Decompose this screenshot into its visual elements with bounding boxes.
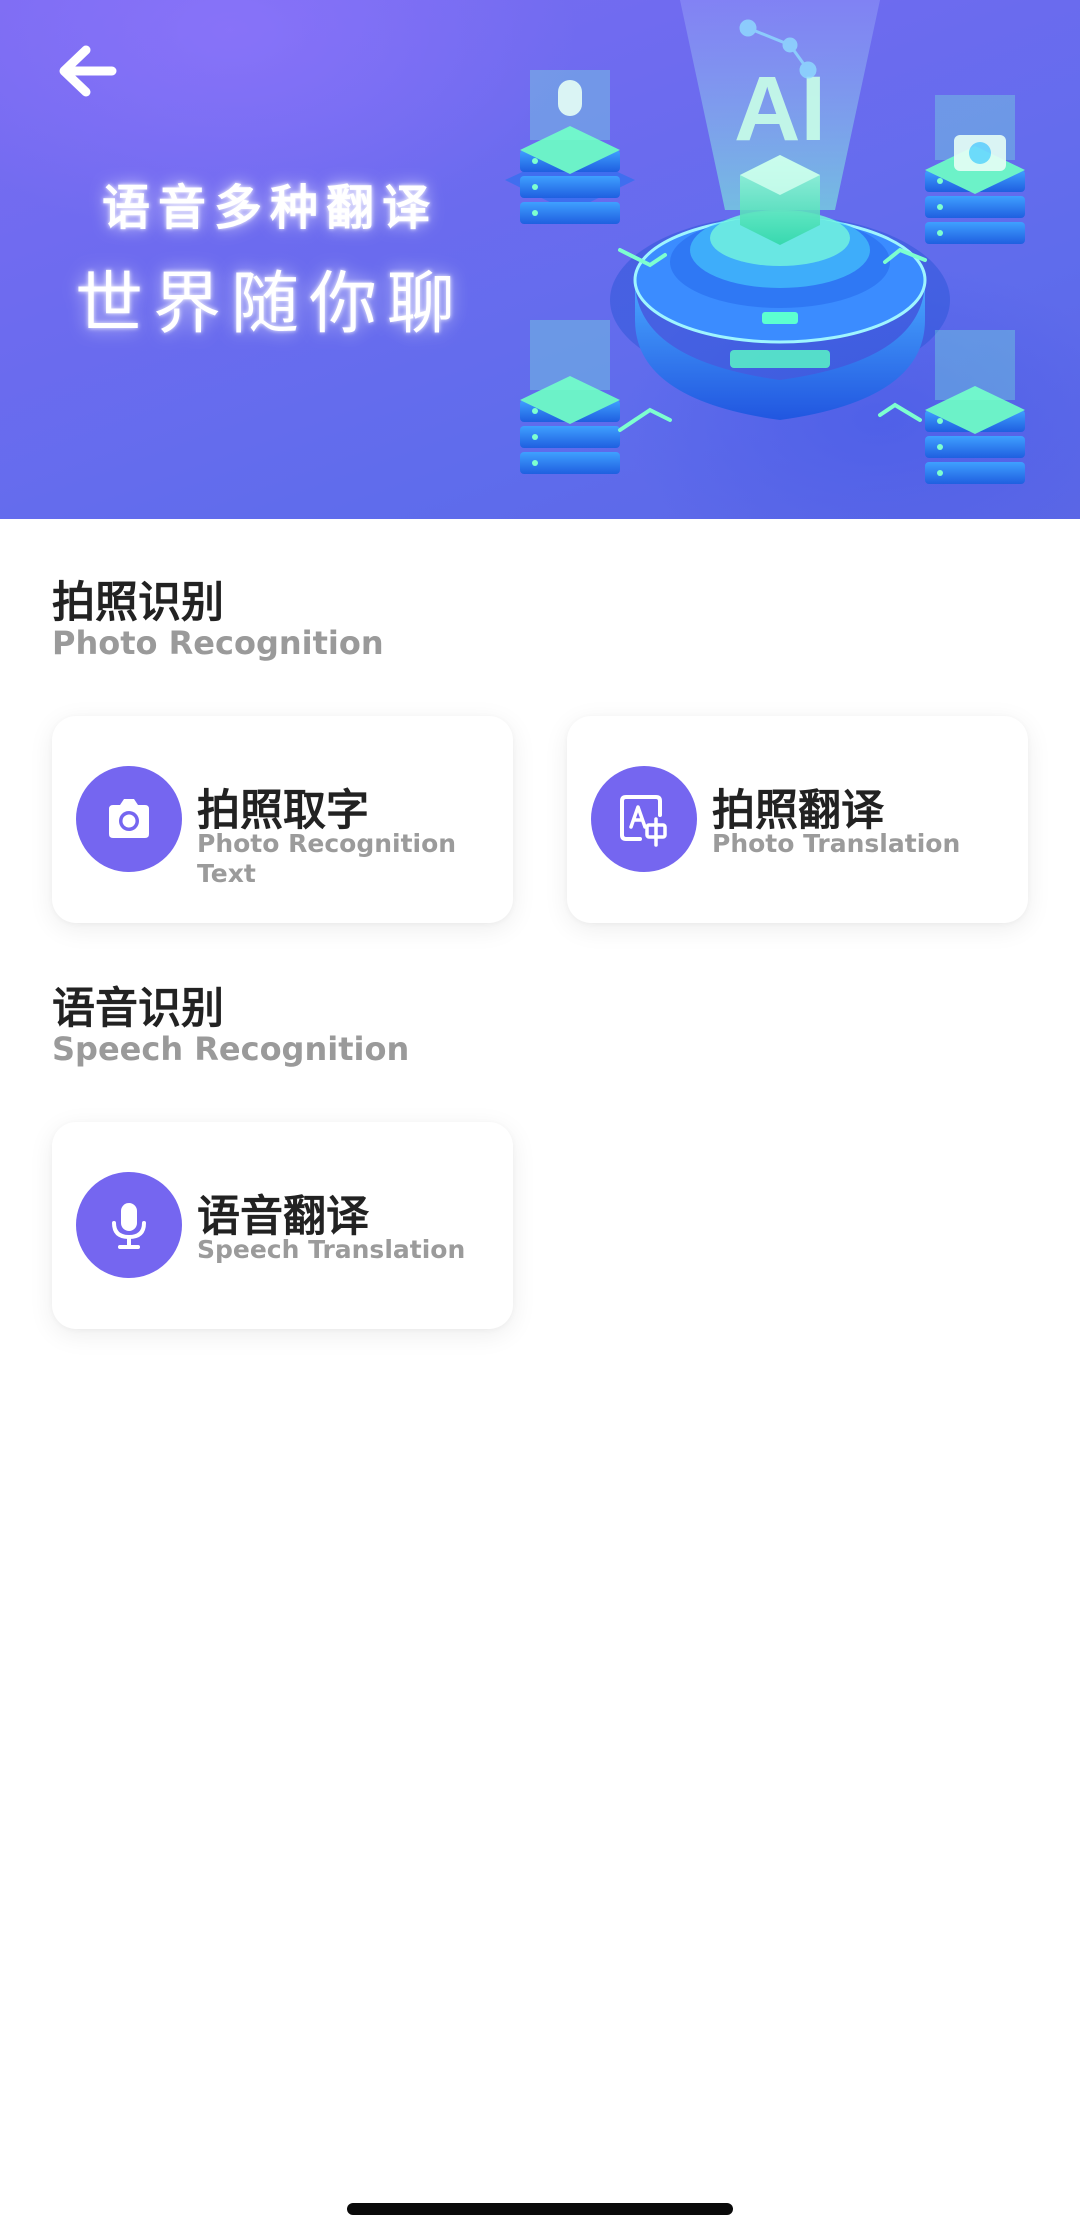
card-subtitle: Photo Recognition Text	[197, 829, 457, 888]
card-subtitle: Photo Translation	[712, 829, 961, 858]
section-subtitle-speech-recognition: Speech Recognition	[52, 1030, 410, 1068]
banner-slogan-line2: 世界随你聊	[74, 265, 465, 344]
banner-slogan-line1: 语音多种翻译	[101, 180, 438, 236]
camera-icon	[109, 799, 149, 838]
translate-icon-circle	[591, 766, 697, 872]
back-arrow-icon[interactable]	[52, 36, 122, 106]
home-indicator[interactable]	[347, 2203, 733, 2215]
speech-translation-card[interactable]: 语音翻译 Speech Translation	[52, 1122, 513, 1329]
microphone-icon	[112, 1203, 146, 1249]
image-translate-icon	[620, 795, 667, 847]
section-title-speech-recognition: 语音识别	[52, 984, 224, 1034]
photo-translation-card[interactable]: 拍照翻译 Photo Translation	[567, 716, 1028, 923]
hero-banner: 语音多种翻译 世界随你聊 AI	[0, 0, 1080, 519]
section-title-photo-recognition: 拍照识别	[52, 578, 224, 628]
photo-text-recognition-card[interactable]: 拍照取字 Photo Recognition Text	[52, 716, 513, 923]
mic-icon-circle	[76, 1172, 182, 1278]
section-subtitle-photo-recognition: Photo Recognition	[52, 624, 384, 662]
ai-servers-illustration: AI	[505, 0, 1025, 484]
card-subtitle: Speech Translation	[197, 1235, 466, 1264]
camera-icon-circle	[76, 766, 182, 872]
